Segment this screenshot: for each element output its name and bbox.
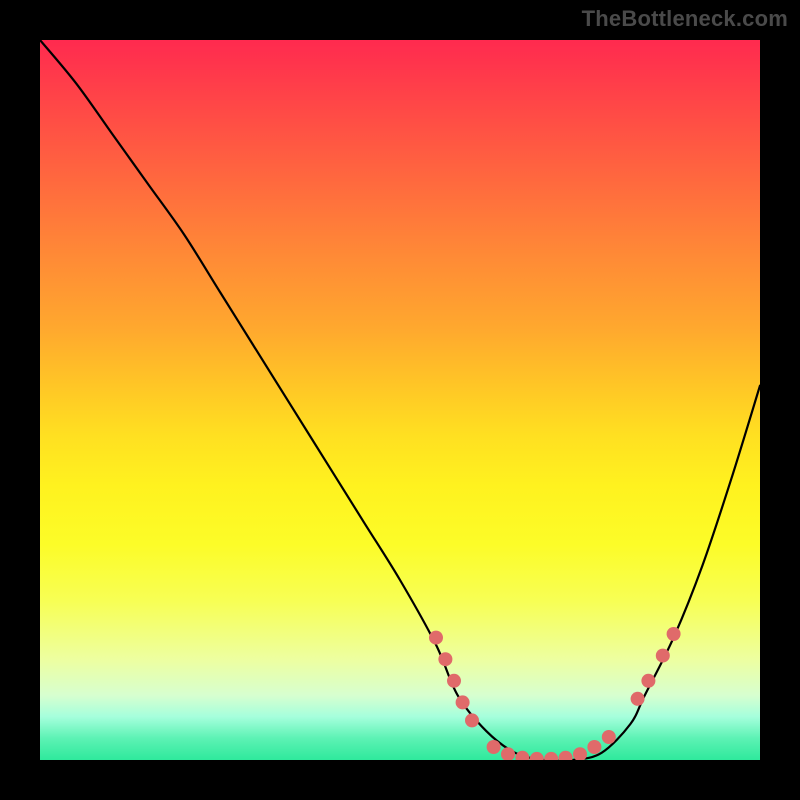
curve-marker	[559, 751, 573, 760]
curve-marker	[641, 674, 655, 688]
curve-marker	[587, 740, 601, 754]
curve-marker	[602, 730, 616, 744]
curve-marker	[656, 649, 670, 663]
curve-marker	[447, 674, 461, 688]
curve-marker	[530, 752, 544, 760]
curve-marker	[573, 747, 587, 760]
curve-marker	[438, 652, 452, 666]
curve-marker	[544, 752, 558, 760]
curve-marker	[515, 751, 529, 760]
curve-marker	[487, 740, 501, 754]
chart-svg	[40, 40, 760, 760]
curve-marker	[429, 631, 443, 645]
curve-marker	[465, 713, 479, 727]
curve-marker	[456, 695, 470, 709]
bottleneck-curve	[40, 40, 760, 760]
curve-marker	[667, 627, 681, 641]
curve-marker	[631, 692, 645, 706]
curve-marker	[501, 747, 515, 760]
chart-container: TheBottleneck.com	[0, 0, 800, 800]
watermark-text: TheBottleneck.com	[582, 6, 788, 32]
curve-markers	[429, 627, 681, 760]
